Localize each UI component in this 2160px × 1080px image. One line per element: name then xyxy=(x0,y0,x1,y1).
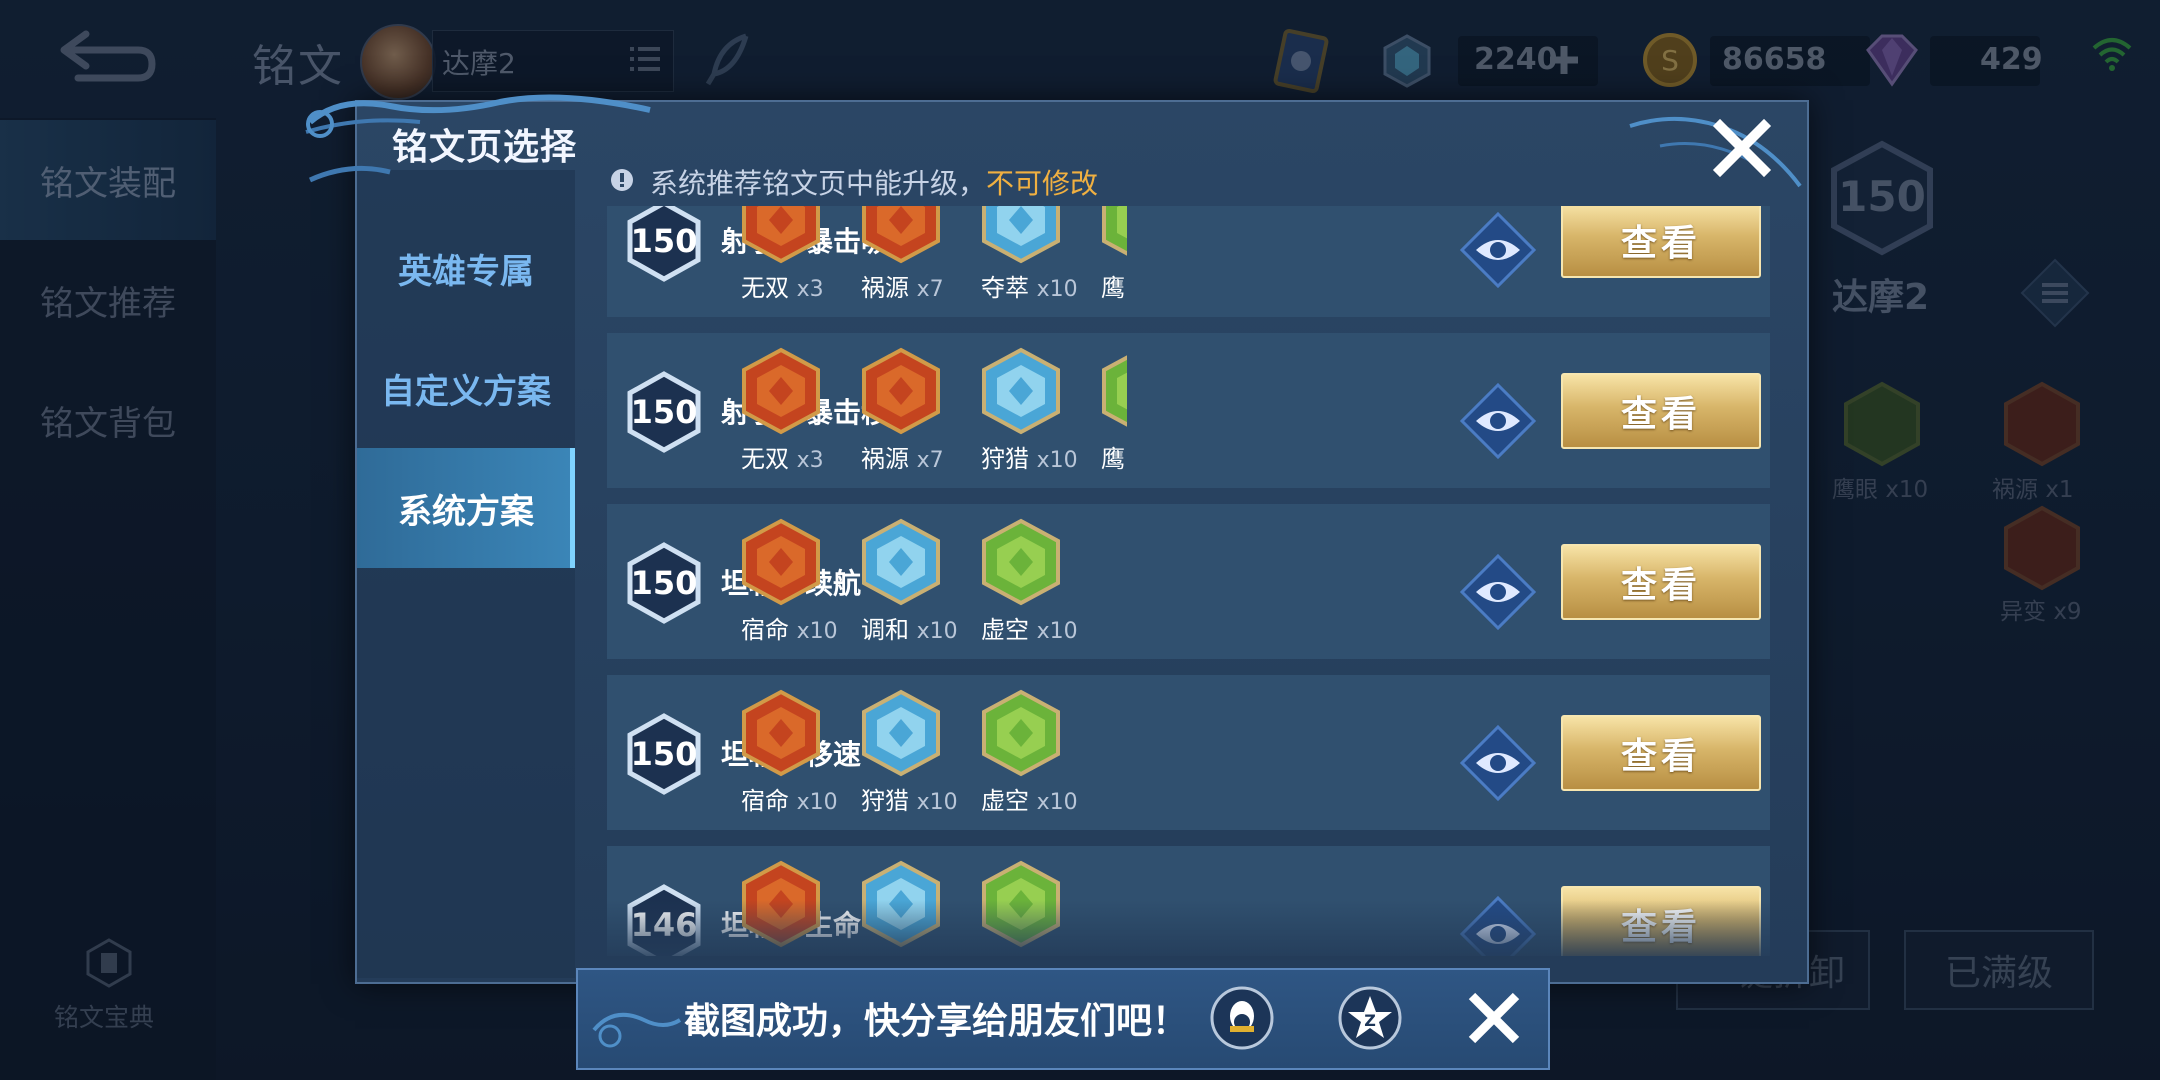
rune-icon[interactable] xyxy=(741,347,821,435)
tab-hero-exclusive[interactable]: 英雄专属 xyxy=(357,208,575,328)
rune-icon[interactable] xyxy=(741,689,821,777)
rune-icon[interactable] xyxy=(741,518,821,606)
notice-highlight: 不可修改 xyxy=(986,167,1099,200)
notice-text: 系统推荐铭文页中能升级，不可修改 xyxy=(650,167,1099,200)
rune-page-row[interactable]: 150坦辅：移速宿命 x10狩猎 x10虚空 x10查看 xyxy=(607,675,1770,830)
page-level: 150 xyxy=(630,393,698,431)
rune-icon[interactable] xyxy=(981,206,1061,264)
modal-title: 铭文页选择 xyxy=(392,127,578,168)
rune-label: 调和 x10 xyxy=(861,616,958,644)
rune-page-list[interactable]: 150射手：暴击吸血无双 x3祸源 x7夺萃 x10鹰查看150射手：暴击移速无… xyxy=(607,206,1770,956)
rune-label: 祸源 x7 xyxy=(861,445,944,473)
preview-eye-icon[interactable] xyxy=(1460,212,1536,288)
tab-system-plan[interactable]: 系统方案 xyxy=(357,448,575,568)
rune-label: 狩猎 x10 xyxy=(981,445,1078,473)
page-level: 150 xyxy=(630,735,698,773)
rune-icon[interactable] xyxy=(981,689,1061,777)
rune-label: 宿命 x10 xyxy=(741,787,838,815)
rune-page-row[interactable]: 150射手：暴击吸血无双 x3祸源 x7夺萃 x10鹰查看 xyxy=(607,206,1770,317)
rune-label: 夺萃 x10 xyxy=(981,274,1078,302)
close-icon[interactable] xyxy=(1712,118,1772,178)
rune-icon[interactable] xyxy=(1101,347,1127,435)
view-button[interactable]: 查看 xyxy=(1561,544,1761,620)
rune-icon[interactable] xyxy=(1101,206,1127,264)
view-button[interactable]: 查看 xyxy=(1561,715,1761,791)
rune-icon[interactable] xyxy=(861,206,941,264)
rune-label: 鹰 xyxy=(1101,445,1125,473)
tab-custom-plan[interactable]: 自定义方案 xyxy=(357,328,575,448)
rune-icon[interactable] xyxy=(741,206,821,264)
page-level: 150 xyxy=(630,564,698,602)
svg-text:Z: Z xyxy=(1364,1011,1376,1030)
preview-eye-icon[interactable] xyxy=(1460,554,1536,630)
info-icon xyxy=(611,169,633,191)
toast-message: 截图成功，快分享给朋友们吧！ xyxy=(684,1001,1189,1042)
view-button[interactable]: 查看 xyxy=(1561,206,1761,278)
page-level: 150 xyxy=(630,222,698,260)
qzone-share-icon[interactable]: Z xyxy=(1338,986,1402,1050)
rune-icon[interactable] xyxy=(981,518,1061,606)
rune-label: 虚空 x10 xyxy=(981,787,1078,815)
rune-label: 虚空 x10 xyxy=(981,616,1078,644)
qq-share-icon[interactable] xyxy=(1210,986,1274,1050)
rune-label: 宿命 x10 xyxy=(741,616,838,644)
view-button[interactable]: 查看 xyxy=(1561,373,1761,449)
rune-label: 祸源 x7 xyxy=(861,274,944,302)
cloud-ornament-icon xyxy=(592,1012,682,1048)
rune-icon[interactable] xyxy=(861,689,941,777)
rune-label: 鹰 xyxy=(1101,274,1125,302)
list-fade xyxy=(607,900,1770,958)
rune-label: 无双 x3 xyxy=(741,445,824,473)
close-icon[interactable] xyxy=(1466,990,1522,1046)
preview-eye-icon[interactable] xyxy=(1460,383,1536,459)
rune-label: 狩猎 x10 xyxy=(861,787,958,815)
rune-page-row[interactable]: 150坦辅：续航宿命 x10调和 x10虚空 x10查看 xyxy=(607,504,1770,659)
preview-eye-icon[interactable] xyxy=(1460,725,1536,801)
rune-page-row[interactable]: 150射手：暴击移速无双 x3祸源 x7狩猎 x10鹰查看 xyxy=(607,333,1770,488)
rune-icon[interactable] xyxy=(861,347,941,435)
rune-icon[interactable] xyxy=(861,518,941,606)
rune-label: 无双 x3 xyxy=(741,274,824,302)
rune-icon[interactable] xyxy=(981,347,1061,435)
